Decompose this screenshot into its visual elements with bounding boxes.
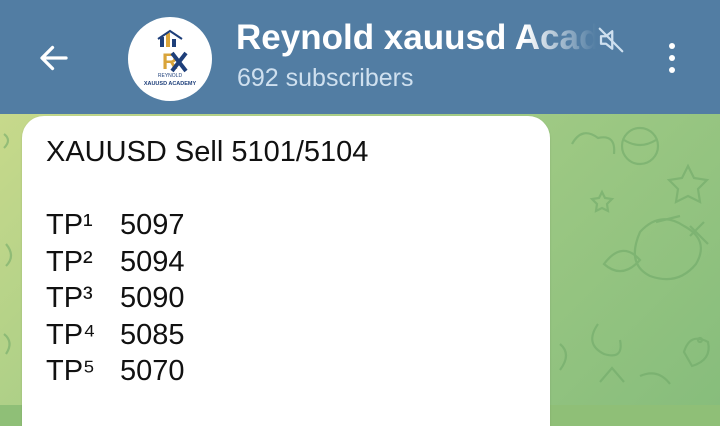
chat-header: R REYNOLD XAUUSD ACADEMY Reynold xauusd … (0, 0, 720, 114)
take-profit-label: TP⁵ (46, 355, 96, 387)
take-profit-value: 5097 (120, 209, 185, 241)
arrow-left-icon (40, 45, 68, 71)
take-profit-label: TP² (46, 245, 93, 278)
take-profit-row: TP⁵ 5070 (46, 353, 368, 390)
take-profit-value: 5094 (120, 245, 185, 278)
back-button[interactable] (30, 34, 78, 82)
take-profit-row: TP⁴ 5085 (46, 317, 368, 354)
message-text: XAUUSD Sell 5101/5104 TP¹ 5097 TP² 5094 TP… (46, 134, 368, 390)
academy-logo: R REYNOLD XAUUSD ACADEMY (144, 29, 197, 87)
more-options-button[interactable] (652, 30, 692, 86)
take-profit-row: TP¹ 5097 (46, 207, 368, 244)
take-profit-value: 5090 (120, 282, 185, 314)
take-profit-row: TP² 5094 (46, 244, 368, 281)
signal-headline: XAUUSD Sell 5101/5104 (46, 136, 369, 168)
svg-text:XAUUSD ACADEMY: XAUUSD ACADEMY (144, 81, 197, 87)
muted-speaker-icon (598, 27, 624, 53)
channel-title[interactable]: Reynold xauusd Academy (236, 16, 596, 60)
take-profit-value: 5085 (120, 318, 185, 351)
take-profit-label: TP⁴ (46, 318, 96, 351)
svg-text:REYNOLD: REYNOLD (158, 73, 183, 79)
channel-avatar[interactable]: R REYNOLD XAUUSD ACADEMY (128, 17, 212, 101)
more-vertical-icon (669, 43, 675, 49)
take-profit-label: TP¹ (46, 209, 93, 241)
svg-text:R: R (162, 49, 178, 74)
take-profit-row: TP³ 5090 (46, 280, 368, 317)
take-profit-label: TP³ (46, 282, 93, 314)
subscriber-count: 692 subscribers (237, 64, 414, 92)
take-profit-value: 5070 (120, 355, 185, 387)
